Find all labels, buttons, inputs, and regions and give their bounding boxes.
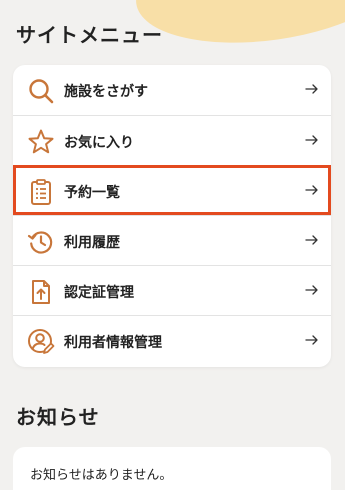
arrow-right-icon xyxy=(305,285,318,295)
menu-item-favorites[interactable]: お気に入り xyxy=(13,115,331,165)
arrow-right-icon xyxy=(305,185,318,195)
news-card: お知らせはありません。 xyxy=(13,447,331,490)
menu-item-label: 施設をさがす xyxy=(64,84,148,100)
news-empty-message: お知らせはありません。 xyxy=(30,468,173,483)
news-section-title: お知らせ xyxy=(16,405,100,429)
menu-item-search-facilities[interactable]: 施設をさがす xyxy=(13,65,331,115)
site-menu-card: 施設をさがす お気に入り 予約一覧 利用履歴 認定証管理 利用者情報管理 xyxy=(13,65,331,367)
star-icon xyxy=(28,129,54,154)
clipboard-icon xyxy=(31,179,51,205)
search-icon xyxy=(29,79,54,104)
menu-item-label: 認定証管理 xyxy=(64,285,134,301)
arrow-right-icon xyxy=(305,84,318,94)
menu-item-certificate-management[interactable]: 認定証管理 xyxy=(13,265,331,315)
arrow-right-icon xyxy=(305,335,318,345)
arrow-right-icon xyxy=(305,235,318,245)
user-edit-icon xyxy=(28,329,55,354)
certificate-upload-icon xyxy=(32,280,50,304)
page: サイトメニュー 施設をさがす お気に入り 予約一覧 利用履歴 認定証管理 利用者… xyxy=(0,0,345,490)
menu-item-usage-history[interactable]: 利用履歴 xyxy=(13,215,331,265)
menu-item-label: 利用者情報管理 xyxy=(64,335,162,351)
page-title: サイトメニュー xyxy=(16,23,163,47)
menu-item-label: お気に入り xyxy=(64,135,134,151)
menu-item-reservation-list[interactable]: 予約一覧 xyxy=(13,165,331,215)
arrow-right-icon xyxy=(305,135,318,145)
menu-item-user-info-management[interactable]: 利用者情報管理 xyxy=(13,315,331,365)
menu-item-label: 予約一覧 xyxy=(64,185,120,201)
history-icon xyxy=(27,231,53,254)
menu-item-label: 利用履歴 xyxy=(64,235,120,251)
